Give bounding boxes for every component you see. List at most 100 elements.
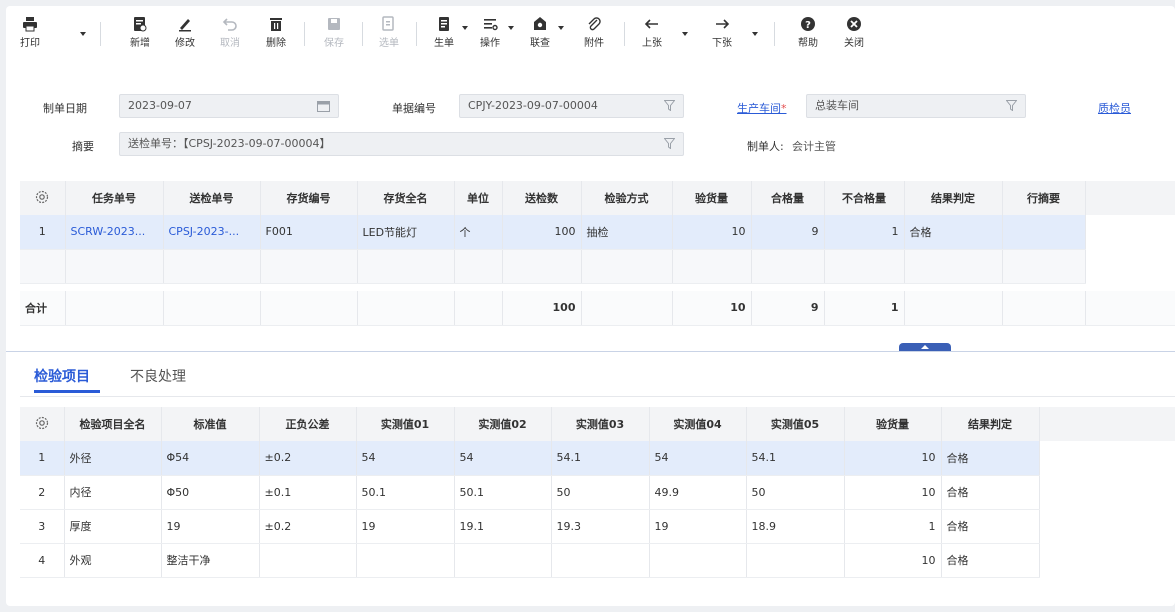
- measured-01-cell[interactable]: 19: [356, 509, 455, 544]
- measured-02-cell[interactable]: 50.1: [454, 475, 552, 510]
- col-measured-03[interactable]: 实测值03: [551, 407, 650, 441]
- operate-button[interactable]: 操作: [468, 14, 514, 49]
- table-row[interactable]: 3 厚度 19 ±0.2 19 19.1 19.3 19 18.9 1 合格: [20, 509, 1175, 544]
- result-cell[interactable]: 合格: [941, 543, 1040, 578]
- gen-doc-button[interactable]: 生单: [422, 14, 468, 49]
- edit-button[interactable]: 修改: [163, 14, 207, 49]
- workshop-field[interactable]: 总装车间: [806, 94, 1026, 118]
- measured-05-cell[interactable]: 54.1: [746, 441, 845, 476]
- col-item-fullname[interactable]: 检验项目全名: [64, 407, 162, 441]
- col-result[interactable]: 结果判定: [904, 181, 1003, 215]
- measured-03-cell[interactable]: [551, 543, 650, 578]
- memo-cell[interactable]: [1002, 215, 1086, 250]
- tolerance-cell[interactable]: [259, 543, 357, 578]
- item-fullname-cell[interactable]: 内径: [64, 475, 162, 510]
- prev-dropdown-icon[interactable]: [682, 32, 688, 36]
- gear-icon[interactable]: [35, 416, 49, 430]
- standard-cell[interactable]: 整洁干净: [161, 543, 260, 578]
- table-row[interactable]: 4 外观 整洁干净 10 合格: [20, 543, 1175, 578]
- col-inspected[interactable]: 验货量: [672, 181, 752, 215]
- col-detail-inspected[interactable]: 验货量: [844, 407, 942, 441]
- help-button[interactable]: ? 帮助: [786, 14, 830, 49]
- measured-05-cell[interactable]: 50: [746, 475, 845, 510]
- measured-02-cell[interactable]: [454, 543, 552, 578]
- col-submit-no[interactable]: 送检单号: [163, 181, 261, 215]
- close-button[interactable]: 关闭: [832, 14, 876, 49]
- col-item-name[interactable]: 存货全名: [357, 181, 455, 215]
- col-qty[interactable]: 送检数: [502, 181, 582, 215]
- unit-cell[interactable]: 个: [454, 215, 503, 250]
- measured-02-cell[interactable]: 19.1: [454, 509, 552, 544]
- col-measured-05[interactable]: 实测值05: [746, 407, 845, 441]
- filter-icon[interactable]: [1006, 100, 1017, 111]
- qualified-cell[interactable]: 9: [751, 215, 825, 250]
- tab-defect-handling[interactable]: 不良处理: [130, 366, 186, 386]
- measured-05-cell[interactable]: 18.9: [746, 509, 845, 544]
- filter-icon[interactable]: [664, 138, 675, 149]
- summary-field[interactable]: 送检单号：【CPSJ-2023-09-07-00004】: [119, 132, 684, 156]
- measured-03-cell[interactable]: 50: [551, 475, 650, 510]
- col-tolerance[interactable]: 正负公差: [259, 407, 357, 441]
- filter-icon[interactable]: [664, 100, 675, 111]
- gear-icon[interactable]: [35, 190, 49, 204]
- col-memo[interactable]: 行摘要: [1002, 181, 1086, 215]
- inspected-cell[interactable]: 10: [672, 215, 752, 250]
- tab-inspection-items[interactable]: 检验项目: [34, 366, 90, 386]
- save-button[interactable]: 保存: [312, 14, 356, 49]
- inspected-cell[interactable]: 10: [844, 475, 942, 510]
- result-cell[interactable]: 合格: [941, 475, 1040, 510]
- measured-01-cell[interactable]: 50.1: [356, 475, 455, 510]
- measured-04-cell[interactable]: 54: [649, 441, 747, 476]
- result-cell[interactable]: 合格: [904, 215, 1003, 250]
- measured-05-cell[interactable]: [746, 543, 845, 578]
- col-qualified[interactable]: 合格量: [751, 181, 825, 215]
- measured-01-cell[interactable]: 54: [356, 441, 455, 476]
- col-measured-01[interactable]: 实测值01: [356, 407, 455, 441]
- delete-button[interactable]: 删除: [254, 14, 298, 49]
- inspected-cell[interactable]: 1: [844, 509, 942, 544]
- submit-no-link[interactable]: CPSJ-2023-...: [163, 215, 261, 250]
- result-cell[interactable]: 合格: [941, 441, 1040, 476]
- tolerance-cell[interactable]: ±0.1: [259, 475, 357, 510]
- workshop-label[interactable]: 生产车间*: [737, 100, 787, 116]
- table-row[interactable]: 2 内径 Φ50 ±0.1 50.1 50.1 50 49.9 50 10 合格: [20, 475, 1175, 510]
- measured-01-cell[interactable]: [356, 543, 455, 578]
- inspector-link[interactable]: 质检员: [1098, 100, 1131, 116]
- docno-field[interactable]: CPJY-2023-09-07-00004: [459, 94, 684, 118]
- item-fullname-cell[interactable]: 外径: [64, 441, 162, 476]
- calendar-icon[interactable]: [317, 100, 330, 112]
- measured-04-cell[interactable]: 49.9: [649, 475, 747, 510]
- col-detail-result[interactable]: 结果判定: [941, 407, 1040, 441]
- print-button[interactable]: 打印: [8, 14, 52, 49]
- tolerance-cell[interactable]: ±0.2: [259, 509, 357, 544]
- prev-button[interactable]: 上张: [630, 14, 674, 49]
- date-field[interactable]: 2023-09-07: [119, 94, 339, 118]
- table-row[interactable]: 1 SCRW-2023... CPSJ-2023-... F001 LED节能灯…: [20, 215, 1175, 250]
- attachment-button[interactable]: 附件: [572, 14, 616, 49]
- standard-cell[interactable]: 19: [161, 509, 260, 544]
- col-unqualified[interactable]: 不合格量: [824, 181, 905, 215]
- measured-03-cell[interactable]: 54.1: [551, 441, 650, 476]
- method-cell[interactable]: 抽检: [581, 215, 673, 250]
- measured-04-cell[interactable]: [649, 543, 747, 578]
- next-dropdown-icon[interactable]: [752, 32, 758, 36]
- standard-cell[interactable]: Φ50: [161, 475, 260, 510]
- next-button[interactable]: 下张: [700, 14, 744, 49]
- new-button[interactable]: 新增: [118, 14, 162, 49]
- column-settings-button[interactable]: [20, 181, 66, 215]
- measured-03-cell[interactable]: 19.3: [551, 509, 650, 544]
- task-no-link[interactable]: SCRW-2023...: [65, 215, 164, 250]
- col-task-no[interactable]: 任务单号: [65, 181, 164, 215]
- standard-cell[interactable]: Φ54: [161, 441, 260, 476]
- detail-column-settings-button[interactable]: [20, 407, 65, 441]
- col-method[interactable]: 检验方式: [581, 181, 673, 215]
- col-unit[interactable]: 单位: [454, 181, 503, 215]
- inspected-cell[interactable]: 10: [844, 441, 942, 476]
- table-row[interactable]: 1 外径 Φ54 ±0.2 54 54 54.1 54 54.1 10 合格: [20, 441, 1175, 476]
- print-dropdown-icon[interactable]: [80, 32, 86, 36]
- cancel-button[interactable]: 取消: [208, 14, 252, 49]
- tolerance-cell[interactable]: ±0.2: [259, 441, 357, 476]
- item-fullname-cell[interactable]: 厚度: [64, 509, 162, 544]
- item-code-cell[interactable]: F001: [260, 215, 358, 250]
- col-measured-04[interactable]: 实测值04: [649, 407, 747, 441]
